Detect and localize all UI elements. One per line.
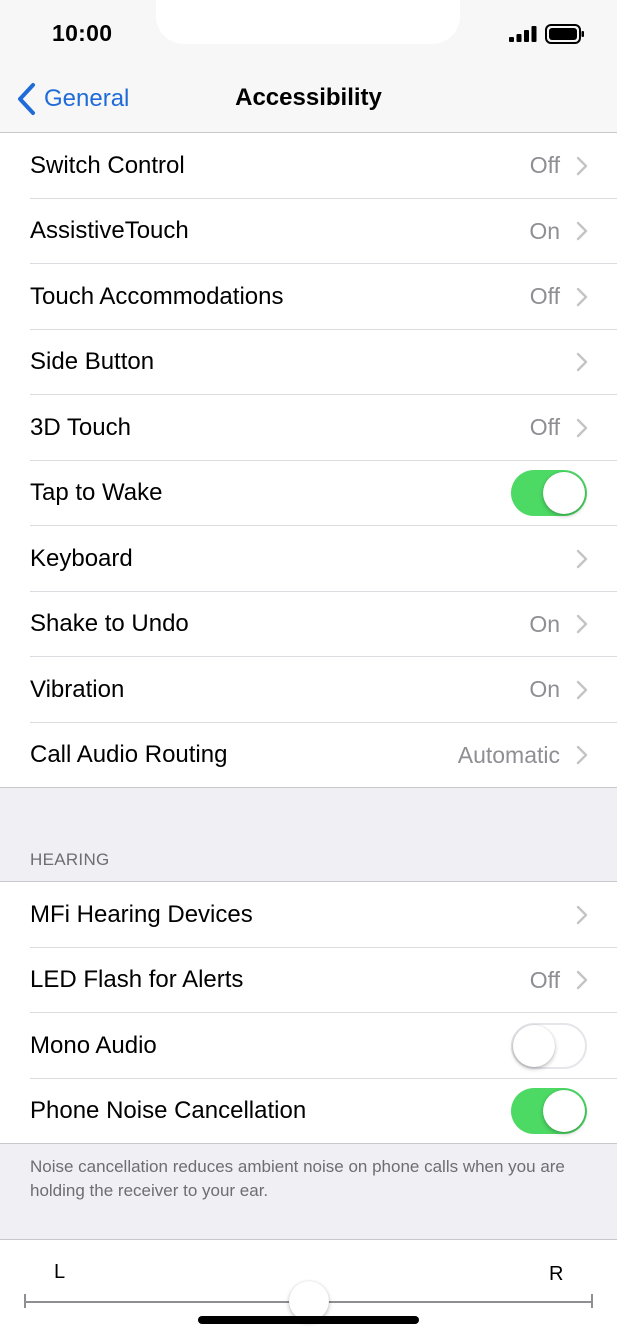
status-bar: 10:00 (0, 0, 617, 66)
battery-full-icon (545, 24, 584, 44)
chevron-right-icon (576, 418, 588, 437)
settings-row-label: Keyboard (30, 544, 133, 572)
chevron-right-icon (576, 615, 588, 634)
settings-row-tap-to-wake[interactable]: Tap to Wake (0, 461, 617, 527)
chevron-right-icon (576, 156, 588, 175)
settings-row-phone-noise-cancellation[interactable]: Phone Noise Cancellation (0, 1079, 617, 1145)
settings-row-3d-touch[interactable]: 3D Touch Off (0, 395, 617, 461)
balance-right-label: R (549, 1263, 564, 1285)
settings-row-touch-accommodations[interactable]: Touch Accommodations Off (0, 264, 617, 330)
chevron-right-icon (576, 746, 588, 765)
balance-slider-thumb[interactable] (289, 1281, 329, 1321)
settings-row-mono-audio[interactable]: Mono Audio (0, 1013, 617, 1079)
settings-row-label: Switch Control (30, 151, 185, 179)
settings-row-vibration[interactable]: Vibration On (0, 657, 617, 723)
status-time: 10:00 (52, 20, 113, 46)
section-header-hearing: HEARING (30, 850, 110, 869)
toggle-knob (543, 472, 585, 515)
settings-row-label: Phone Noise Cancellation (30, 1097, 307, 1125)
settings-row-side-button[interactable]: Side Button (0, 330, 617, 396)
balance-left-label: L (54, 1261, 66, 1283)
settings-row-label: Vibration (30, 675, 125, 703)
settings-row-assistivetouch[interactable]: AssistiveTouch On (0, 199, 617, 265)
toggle-switch[interactable] (511, 470, 587, 517)
chevron-right-icon (576, 971, 588, 990)
chevron-right-icon (576, 680, 588, 699)
chevron-right-icon (576, 905, 588, 924)
settings-row-value: On (529, 217, 560, 244)
toggle-switch[interactable] (511, 1088, 587, 1135)
settings-row-label: Side Button (30, 348, 155, 376)
settings-row-switch-control[interactable]: Switch Control Off (0, 133, 617, 199)
chevron-right-icon (576, 287, 588, 306)
settings-row-value: Off (529, 414, 560, 441)
interaction-settings-list: Switch Control Off AssistiveTouch On Touch A… (0, 133, 617, 788)
settings-row-value: On (529, 676, 560, 703)
section-footer-note: Noise cancellation reduces ambient noise… (30, 1157, 565, 1200)
settings-row-label: LED Flash for Alerts (30, 966, 244, 994)
settings-row-value: On (529, 610, 560, 637)
settings-row-value: Off (529, 283, 560, 310)
home-indicator (198, 1316, 419, 1324)
settings-row-label: MFi Hearing Devices (30, 900, 253, 928)
settings-row-label: Tap to Wake (30, 479, 163, 507)
settings-row-mfi-hearing-devices[interactable]: MFi Hearing Devices (0, 882, 617, 948)
settings-row-call-audio-routing[interactable]: Call Audio Routing Automatic (0, 723, 617, 789)
settings-row-shake-to-undo[interactable]: Shake to Undo On (0, 592, 617, 658)
settings-row-value: Off (529, 966, 560, 993)
settings-row-label: Touch Accommodations (30, 282, 284, 310)
balance-slider-tick-right (591, 1294, 593, 1308)
navigation-bar: General Accessibility (0, 66, 617, 133)
toggle-knob (513, 1024, 555, 1067)
toggle-knob (543, 1090, 585, 1133)
settings-row-label: Shake to Undo (30, 610, 189, 638)
toggle-switch[interactable] (511, 1022, 587, 1069)
chevron-right-icon (576, 549, 588, 568)
settings-row-led-flash-for-alerts[interactable]: LED Flash for Alerts Off (0, 948, 617, 1014)
chevron-right-icon (576, 222, 588, 241)
settings-row-value: Automatic (457, 741, 560, 768)
settings-row-label: Mono Audio (30, 1031, 157, 1059)
chevron-right-icon (576, 353, 588, 372)
device-notch (156, 0, 460, 44)
settings-row-value: Off (529, 152, 560, 179)
settings-row-keyboard[interactable]: Keyboard (0, 526, 617, 592)
settings-row-label: AssistiveTouch (30, 217, 189, 245)
settings-row-label: 3D Touch (30, 413, 131, 441)
page-title: Accessibility (235, 84, 382, 111)
settings-row-label: Call Audio Routing (30, 741, 228, 769)
hearing-settings-list: MFi Hearing Devices LED Flash for Alerts O… (0, 882, 617, 1144)
balance-slider-tick-left (24, 1294, 26, 1308)
cellular-signal-icon (509, 26, 537, 42)
